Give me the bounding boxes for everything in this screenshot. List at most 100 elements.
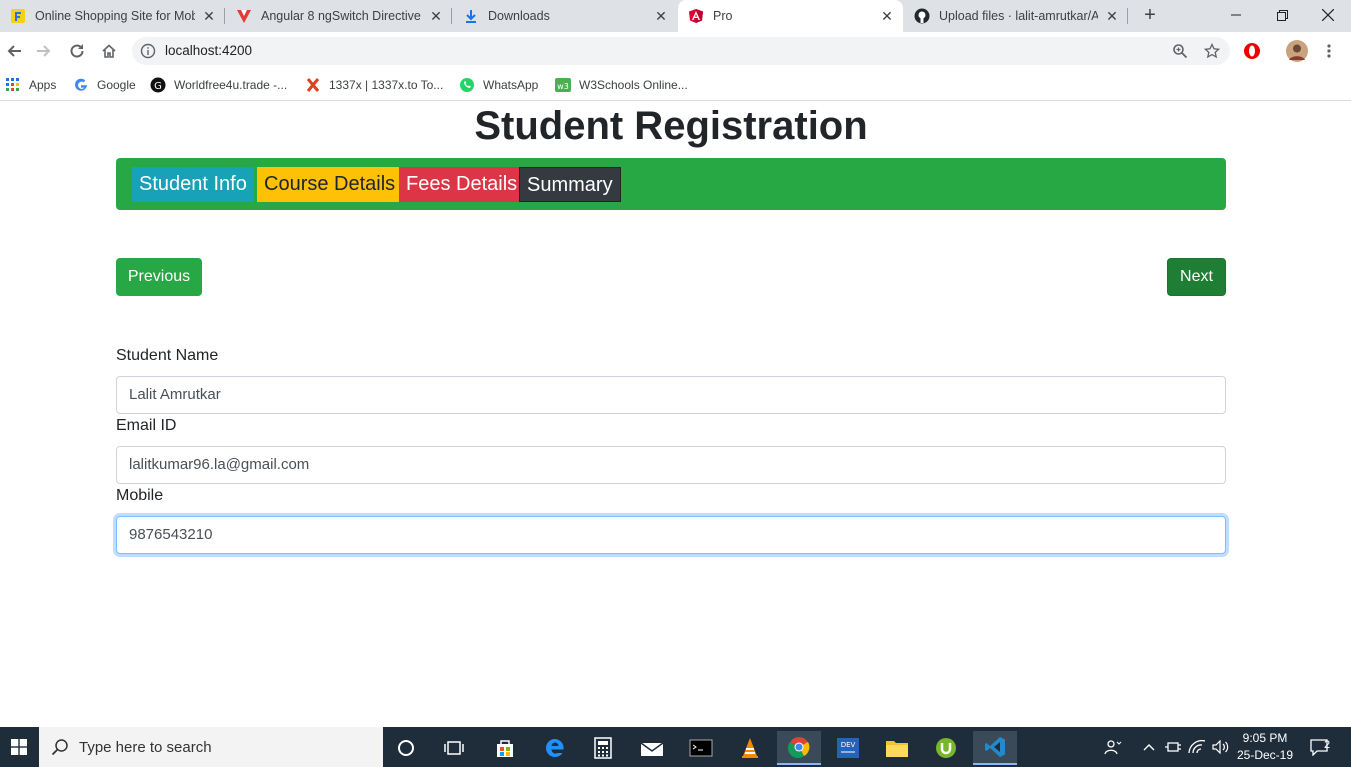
step-summary[interactable]: Summary [519, 167, 621, 202]
bookmark-label: 1337x | 1337x.to To... [329, 78, 444, 92]
tab-github-upload[interactable]: Upload files · lalit-amrutkar/Ar ✕ [904, 0, 1128, 32]
email-id-label: Email ID [116, 417, 177, 434]
github-icon [914, 8, 930, 24]
taskbar-clock[interactable]: 9:05 PM 25-Dec-19 [1232, 730, 1298, 764]
whatsapp-icon [459, 77, 475, 93]
windows-taskbar: Type here to search DEV 9:05 PM 25-Dec-1… [0, 727, 1351, 767]
flipkart-icon [10, 8, 26, 24]
zoom-icon[interactable] [1172, 43, 1188, 59]
bookmark-label: Google [97, 78, 136, 92]
bookmark-1337x[interactable]: 1337x | 1337x.to To... [305, 76, 443, 94]
window-close-icon[interactable] [1305, 0, 1351, 30]
vue-icon [236, 8, 252, 24]
bookmark-label: WhatsApp [483, 78, 539, 92]
wifi-icon[interactable] [1186, 727, 1208, 767]
tab-angular-ngswitch[interactable]: Angular 8 ngSwitch Directive - ✕ [226, 0, 452, 32]
minimize-icon[interactable] [1213, 0, 1259, 30]
tab-pro[interactable]: Pro ✕ [678, 0, 903, 32]
cortana-icon[interactable] [384, 731, 428, 765]
dev-cpp-icon[interactable]: DEV [826, 731, 870, 765]
file-explorer-icon[interactable] [875, 731, 919, 765]
bookmark-apps[interactable]: Apps [5, 76, 56, 94]
email-id-input[interactable]: lalitkumar96.la@gmail.com [116, 446, 1226, 484]
search-placeholder: Type here to search [79, 738, 212, 756]
people-icon[interactable] [1100, 727, 1126, 767]
download-icon [463, 8, 479, 24]
vlc-icon[interactable] [728, 731, 772, 765]
bookmark-star-icon[interactable] [1203, 42, 1221, 59]
step-fees-details[interactable]: Fees Details [399, 167, 525, 202]
svg-text:w3: w3 [557, 82, 569, 91]
close-icon[interactable]: ✕ [653, 8, 669, 24]
search-icon [51, 738, 69, 756]
address-bar[interactable]: localhost:4200 [132, 37, 1230, 65]
url-text: localhost:4200 [165, 43, 253, 58]
edge-icon[interactable] [533, 731, 577, 765]
google-icon [73, 77, 89, 93]
avatar[interactable] [1285, 39, 1309, 63]
bookmark-w3schools[interactable]: w3 W3Schools Online... [555, 76, 688, 94]
vscode-icon[interactable] [973, 731, 1017, 765]
opera-extension-icon[interactable] [1240, 39, 1264, 63]
taskbar-search-box[interactable]: Type here to search [39, 727, 383, 767]
utorrent-icon[interactable] [924, 731, 968, 765]
svg-text:G: G [154, 81, 162, 92]
tab-title: Angular 8 ngSwitch Directive - [261, 9, 422, 23]
previous-button[interactable]: Previous [116, 258, 202, 296]
close-icon[interactable]: ✕ [201, 8, 217, 24]
mobile-label: Mobile [116, 487, 164, 504]
tab-title: Online Shopping Site for Mob [35, 9, 195, 23]
restore-icon[interactable] [1259, 0, 1305, 30]
mobile-input[interactable]: 9876543210 [116, 516, 1226, 554]
tab-title: Upload files · lalit-amrutkar/Ar [939, 9, 1098, 23]
home-icon[interactable] [97, 39, 121, 63]
bookmark-whatsapp[interactable]: WhatsApp [459, 76, 538, 94]
clock-time: 9:05 PM [1242, 731, 1288, 745]
page-title: Student Registration [474, 104, 868, 148]
close-icon[interactable]: ✕ [1104, 8, 1120, 24]
power-plug-icon[interactable] [1162, 727, 1184, 767]
tab-online-shopping[interactable]: Online Shopping Site for Mob ✕ [0, 0, 225, 32]
student-name-label: Student Name [116, 347, 219, 364]
calculator-icon[interactable] [581, 731, 625, 765]
tab-title: Downloads [488, 9, 550, 23]
bookmark-label: Apps [29, 78, 57, 92]
notification-center-icon[interactable]: 2 [1306, 727, 1336, 767]
forward-arrow-icon[interactable] [32, 39, 56, 63]
command-prompt-icon[interactable] [679, 731, 723, 765]
bookmark-label: Worldfree4u.trade -... [174, 78, 288, 92]
task-view-icon[interactable] [432, 731, 476, 765]
chevron-up-icon[interactable] [1138, 727, 1160, 767]
step-navigation-bar: Student Info Course Details Fees Details… [116, 158, 1226, 210]
step-course-details[interactable]: Course Details [257, 167, 403, 202]
new-tab-plus-icon[interactable]: + [1139, 4, 1161, 26]
windows-start-icon[interactable] [0, 727, 38, 767]
apps-icon [5, 77, 21, 93]
notification-count: 2 [1324, 739, 1331, 751]
menu-dots-icon[interactable] [1317, 39, 1341, 63]
mail-icon[interactable] [630, 731, 674, 765]
chrome-icon[interactable] [777, 731, 821, 765]
close-icon[interactable]: ✕ [879, 8, 895, 24]
clock-date: 25-Dec-19 [1236, 748, 1294, 762]
browser-tab-strip: Online Shopping Site for Mob ✕ Angular 8… [0, 0, 1351, 32]
bookmark-label: W3Schools Online... [579, 78, 688, 92]
bookmark-worldfree4u[interactable]: G Worldfree4u.trade -... [150, 76, 287, 94]
student-name-input[interactable]: Lalit Amrutkar [116, 376, 1226, 414]
tab-downloads[interactable]: Downloads ✕ [453, 0, 677, 32]
next-button[interactable]: Next [1167, 258, 1226, 296]
store-icon[interactable] [483, 731, 527, 765]
bookmark-google[interactable]: Google [73, 76, 136, 94]
x-icon [305, 77, 321, 93]
reload-icon[interactable] [65, 39, 89, 63]
tab-title: Pro [713, 9, 733, 23]
worldfree-icon: G [150, 77, 166, 93]
step-student-info[interactable]: Student Info [132, 167, 254, 202]
bookmarks-bar: Apps Google G Worldfree4u.trade -... 133… [0, 70, 1351, 101]
close-icon[interactable]: ✕ [428, 8, 444, 24]
back-arrow-icon[interactable] [2, 39, 26, 63]
angular-icon [688, 8, 704, 24]
browser-toolbar: localhost:4200 [0, 32, 1351, 70]
volume-icon[interactable] [1210, 727, 1232, 767]
info-icon[interactable] [140, 43, 156, 59]
